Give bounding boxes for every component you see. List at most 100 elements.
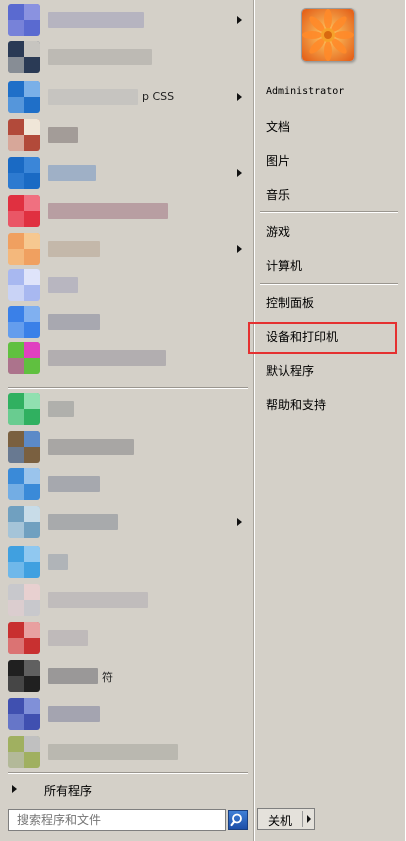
program-icon — [8, 119, 40, 151]
program-20[interactable] — [0, 735, 252, 771]
program-icon — [8, 233, 40, 265]
program-15[interactable] — [0, 545, 252, 581]
program-icon — [8, 41, 40, 73]
program-1[interactable] — [0, 3, 252, 39]
program-label-blurred — [48, 277, 78, 293]
submenu-arrow-icon — [237, 169, 242, 177]
places-games-label: 游戏 — [266, 225, 291, 239]
program-19[interactable] — [0, 697, 252, 733]
program-label-blurred — [48, 350, 166, 366]
program-icon — [8, 431, 40, 463]
shutdown-button[interactable]: 关机 — [257, 808, 315, 830]
pane-separator — [253, 0, 255, 841]
all-programs-button[interactable]: 所有程序 — [0, 779, 252, 801]
program-icon — [8, 81, 40, 113]
program-label-blurred — [48, 514, 118, 530]
search-icon — [230, 813, 242, 827]
program-icon — [8, 736, 40, 768]
places-help-and-support[interactable]: 帮助和支持 — [256, 393, 402, 415]
user-picture[interactable] — [301, 8, 355, 62]
program-label-blurred — [48, 89, 138, 105]
all-programs-divider — [8, 772, 248, 774]
search-box[interactable] — [8, 809, 231, 831]
places-pictures-label: 图片 — [266, 154, 291, 168]
places-computer-label: 计算机 — [266, 259, 303, 273]
program-13[interactable] — [0, 467, 252, 503]
program-label-text: 符 — [102, 671, 113, 684]
shutdown-options-arrow-icon[interactable] — [307, 815, 311, 823]
start-menu: p CSS 符 所有程序 搜索程序和文件 Administrator 文档 图片… — [0, 0, 406, 841]
places-computer[interactable]: 计算机 — [256, 254, 402, 276]
programs-divider — [8, 387, 248, 389]
program-icon — [8, 698, 40, 730]
submenu-arrow-icon — [237, 93, 242, 101]
programs-pane: p CSS 符 所有程序 — [0, 0, 252, 841]
program-4[interactable] — [0, 118, 252, 154]
places-games[interactable]: 游戏 — [256, 220, 402, 242]
user-name[interactable]: Administrator — [266, 86, 344, 97]
program-8[interactable] — [0, 268, 252, 304]
program-label-blurred — [48, 744, 178, 760]
program-9[interactable] — [0, 305, 252, 341]
submenu-arrow-icon — [237, 245, 242, 253]
places-divider-1 — [260, 211, 398, 213]
places-music-label: 音乐 — [266, 188, 291, 202]
program-7[interactable] — [0, 232, 252, 268]
program-icon — [8, 195, 40, 227]
program-icon — [8, 306, 40, 338]
program-icon — [8, 622, 40, 654]
program-icon — [8, 506, 40, 538]
submenu-arrow-icon — [237, 16, 242, 24]
program-icon — [8, 157, 40, 189]
program-16[interactable] — [0, 583, 252, 619]
program-18[interactable]: 符 — [0, 659, 252, 695]
program-12[interactable] — [0, 430, 252, 466]
program-label-blurred — [48, 12, 144, 28]
program-label-blurred — [48, 706, 100, 722]
program-label-blurred — [48, 165, 96, 181]
highlight-box — [248, 322, 397, 354]
places-pictures[interactable]: 图片 — [256, 149, 402, 171]
program-icon — [8, 584, 40, 616]
program-icon — [8, 393, 40, 425]
shutdown-separator — [302, 811, 303, 827]
program-label-blurred — [48, 668, 98, 684]
program-label-blurred — [48, 476, 100, 492]
program-2[interactable] — [0, 40, 252, 76]
program-icon — [8, 660, 40, 692]
places-control-panel[interactable]: 控制面板 — [256, 291, 402, 313]
submenu-arrow-icon — [237, 518, 242, 526]
program-label-blurred — [48, 241, 100, 257]
program-icon — [8, 269, 40, 301]
program-11[interactable] — [0, 392, 252, 428]
program-label-blurred — [48, 127, 78, 143]
places-documents-label: 文档 — [266, 120, 291, 134]
flower-avatar-icon — [302, 9, 354, 61]
places-default-programs[interactable]: 默认程序 — [256, 359, 402, 381]
program-14[interactable] — [0, 505, 252, 541]
search-input[interactable] — [9, 810, 231, 829]
all-programs-label: 所有程序 — [44, 784, 93, 798]
places-pane: Administrator 文档 图片 音乐 游戏 计算机 控制面板 设备和打印… — [256, 0, 406, 841]
program-label-blurred — [48, 592, 148, 608]
places-default-programs-label: 默认程序 — [266, 364, 315, 378]
program-label-blurred — [48, 49, 152, 65]
program-17[interactable] — [0, 621, 252, 657]
program-6[interactable] — [0, 194, 252, 230]
program-label-blurred — [48, 554, 68, 570]
program-label-blurred — [48, 630, 88, 646]
program-5[interactable] — [0, 156, 252, 192]
expand-arrow-icon — [12, 785, 17, 793]
places-music[interactable]: 音乐 — [256, 183, 402, 205]
program-3[interactable]: p CSS — [0, 80, 252, 116]
places-divider-2 — [260, 283, 398, 285]
shutdown-label: 关机 — [267, 814, 292, 828]
program-label-blurred — [48, 314, 100, 330]
program-icon — [8, 546, 40, 578]
program-10[interactable] — [0, 341, 252, 377]
program-icon — [8, 468, 40, 500]
program-label-text: p CSS — [142, 90, 175, 103]
places-documents[interactable]: 文档 — [256, 115, 402, 137]
places-help-and-support-label: 帮助和支持 — [266, 398, 327, 412]
search-button[interactable] — [228, 810, 248, 830]
